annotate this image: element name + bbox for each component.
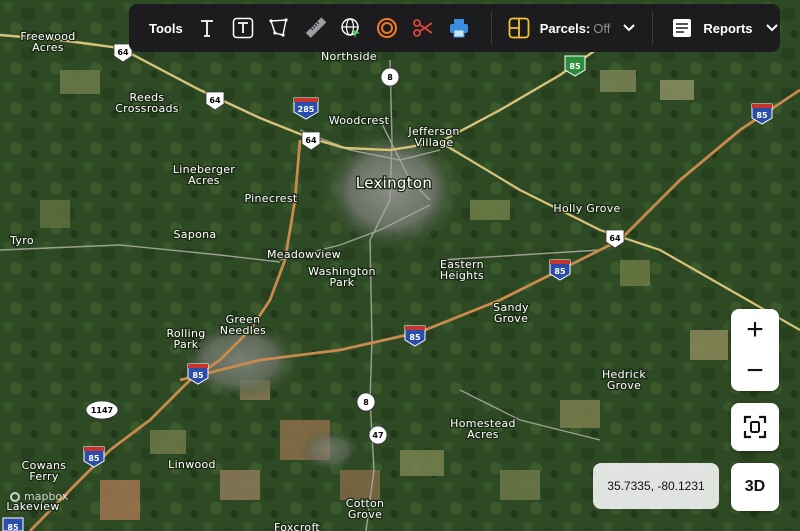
parcels-icon xyxy=(508,17,530,39)
svg-text:85: 85 xyxy=(88,454,100,463)
svg-text:Heights: Heights xyxy=(440,269,484,282)
satellite-map[interactable]: FreewoodAcres Northside ReedsCrossroads … xyxy=(0,0,800,531)
reports-icon xyxy=(673,19,692,37)
map-toolbar: Tools Parcels: Off Reports xyxy=(129,4,780,52)
svg-text:Acres: Acres xyxy=(188,174,220,187)
toolbar-divider xyxy=(490,12,492,44)
svg-text:Lexington: Lexington xyxy=(356,174,432,192)
text-box-icon xyxy=(232,17,253,39)
tools-label: Tools xyxy=(149,20,183,36)
svg-text:8: 8 xyxy=(363,398,369,407)
scissors-icon xyxy=(412,19,433,37)
polygon-tool-button[interactable] xyxy=(265,14,293,42)
svg-text:Meadowview: Meadowview xyxy=(267,248,341,261)
parcels-state: Off xyxy=(593,20,611,36)
print-icon xyxy=(449,19,468,38)
fit-bounds-button[interactable] xyxy=(731,403,779,451)
svg-text:64: 64 xyxy=(209,96,221,105)
buffer-circle-icon xyxy=(376,18,397,38)
reports-label: Reports xyxy=(703,20,753,36)
svg-text:Sapona: Sapona xyxy=(174,228,217,241)
ruler-icon xyxy=(305,17,326,38)
svg-text:Linwood: Linwood xyxy=(168,458,216,471)
print-tool-button[interactable] xyxy=(445,14,473,42)
svg-text:64: 64 xyxy=(609,234,621,243)
svg-text:Pinecrest: Pinecrest xyxy=(244,192,297,205)
svg-text:Holly Grove: Holly Grove xyxy=(553,202,620,215)
svg-text:8: 8 xyxy=(387,73,393,82)
svg-text:Park: Park xyxy=(330,276,355,289)
i-85-shield: 85 xyxy=(2,517,24,531)
svg-text:64: 64 xyxy=(305,136,317,145)
3d-toggle-button[interactable]: 3D xyxy=(731,463,779,511)
polygon-icon xyxy=(269,18,288,37)
svg-text:Needles: Needles xyxy=(220,324,266,337)
text-box-tool-button[interactable] xyxy=(229,14,257,42)
buffer-tool-button[interactable] xyxy=(373,14,401,42)
zoom-control: + − xyxy=(731,309,779,391)
svg-text:1147: 1147 xyxy=(91,406,113,415)
nc-47-shield: 47 xyxy=(368,425,388,445)
mapbox-logo[interactable]: mapbox xyxy=(10,490,68,503)
svg-text:64: 64 xyxy=(117,48,129,57)
measure-tool-button[interactable] xyxy=(301,14,329,42)
zoom-out-button[interactable]: − xyxy=(731,350,779,391)
chevron-down-icon xyxy=(765,24,778,32)
zoom-in-button[interactable]: + xyxy=(731,309,779,350)
mapbox-icon xyxy=(10,491,20,502)
svg-text:85: 85 xyxy=(409,333,421,342)
parcels-label: Parcels: xyxy=(539,20,591,36)
svg-text:85: 85 xyxy=(7,523,19,531)
svg-text:Acres: Acres xyxy=(32,41,64,54)
svg-text:Grove: Grove xyxy=(607,379,641,392)
mapbox-text: mapbox xyxy=(24,490,69,503)
svg-text:85: 85 xyxy=(192,371,204,380)
svg-text:85: 85 xyxy=(756,111,768,120)
svg-text:Woodcrest: Woodcrest xyxy=(329,114,390,127)
svg-text:Grove: Grove xyxy=(348,508,382,521)
svg-text:Park: Park xyxy=(174,338,199,351)
globe-tool-button[interactable] xyxy=(337,14,365,42)
svg-text:Foxcroft: Foxcroft xyxy=(274,521,320,531)
sr-1147-shield: 1147 xyxy=(85,400,119,420)
svg-text:85: 85 xyxy=(569,62,581,71)
toolbar-divider xyxy=(652,12,654,44)
svg-text:285: 285 xyxy=(298,105,315,114)
frame-focus-icon xyxy=(743,415,767,439)
svg-text:85: 85 xyxy=(554,267,566,276)
cut-tool-button[interactable] xyxy=(409,14,437,42)
globe-icon xyxy=(341,18,360,38)
text-tool-button[interactable] xyxy=(193,14,221,42)
svg-text:Ferry: Ferry xyxy=(29,470,59,483)
svg-text:Acres: Acres xyxy=(467,428,499,441)
svg-text:Crossroads: Crossroads xyxy=(115,102,179,115)
svg-text:Village: Village xyxy=(414,136,453,149)
town-area xyxy=(300,430,360,470)
nc-8-shield: 8 xyxy=(380,67,400,87)
reports-menu[interactable]: Reports xyxy=(671,17,778,39)
svg-text:47: 47 xyxy=(372,431,383,440)
svg-text:Tyro: Tyro xyxy=(9,234,34,247)
nc-8-shield: 8 xyxy=(356,392,376,412)
coordinates-readout: 35.7335, -80.1231 xyxy=(593,463,719,509)
parcels-toggle[interactable]: Parcels: Off xyxy=(508,17,637,39)
chevron-down-icon xyxy=(623,24,636,32)
svg-text:Grove: Grove xyxy=(494,312,528,325)
text-icon xyxy=(200,20,213,37)
